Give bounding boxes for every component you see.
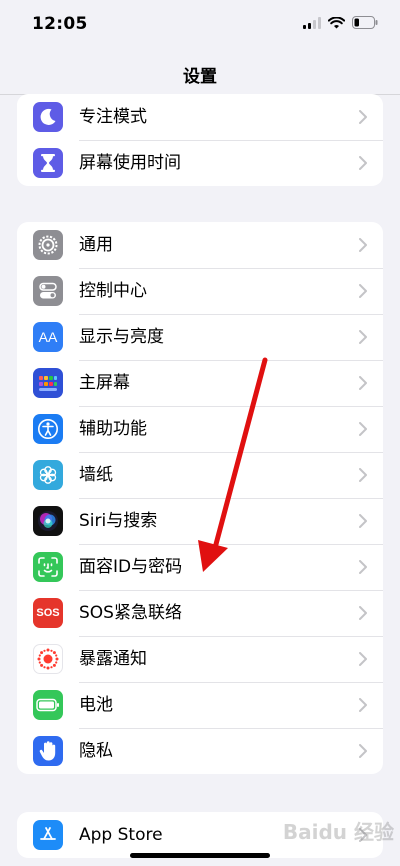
face-id-icon	[33, 552, 63, 582]
hand-icon	[33, 736, 63, 766]
status-bar: 12:05	[0, 0, 400, 50]
settings-row-label: 主屏幕	[79, 373, 130, 393]
gear-icon	[33, 230, 63, 260]
text-size-icon: AA	[33, 322, 63, 352]
settings-row-screen-time[interactable]: 屏幕使用时间	[17, 140, 383, 186]
settings-row-siri[interactable]: Siri与搜索	[17, 498, 383, 544]
settings-group-focus: 专注模式 屏幕使用时间	[17, 94, 383, 186]
settings-row-focus[interactable]: 专注模式	[17, 94, 383, 140]
settings-row-label: App Store	[79, 825, 163, 845]
settings-row-label: Siri与搜索	[79, 511, 158, 531]
settings-row-general[interactable]: 通用	[17, 222, 383, 268]
settings-row-label: 屏幕使用时间	[79, 153, 181, 173]
page-title: 设置	[183, 67, 217, 87]
app-store-icon	[33, 820, 63, 850]
settings-row-label: 面容ID与密码	[79, 557, 183, 577]
settings-row-label: 显示与亮度	[79, 327, 164, 347]
accessibility-icon	[33, 414, 63, 444]
exposure-icon	[33, 644, 63, 674]
chevron-right-icon	[359, 744, 367, 758]
home-grid-icon	[33, 368, 63, 398]
settings-row-label: 控制中心	[79, 281, 147, 301]
navigation-bar: 设置	[0, 50, 400, 95]
settings-row-accessibility[interactable]: 辅助功能	[17, 406, 383, 452]
chevron-right-icon	[359, 156, 367, 170]
chevron-right-icon	[359, 514, 367, 528]
settings-row-label: 墙纸	[79, 465, 113, 485]
wallpaper-flower-icon	[33, 460, 63, 490]
settings-row-battery[interactable]: 电池	[17, 682, 383, 728]
settings-row-display[interactable]: AA 显示与亮度	[17, 314, 383, 360]
battery-status-icon	[352, 16, 378, 29]
toggles-icon	[33, 276, 63, 306]
settings-row-privacy[interactable]: 隐私	[17, 728, 383, 774]
moon-icon	[33, 102, 63, 132]
settings-row-label: 电池	[79, 695, 113, 715]
settings-row-label: SOS紧急联络	[79, 603, 182, 623]
status-icons	[303, 16, 378, 29]
settings-row-label: 暴露通知	[79, 649, 147, 669]
status-time: 12:05	[32, 14, 88, 34]
chevron-right-icon	[359, 468, 367, 482]
chevron-right-icon	[359, 422, 367, 436]
chevron-right-icon	[359, 330, 367, 344]
settings-row-label: 专注模式	[79, 107, 147, 127]
settings-row-label: 隐私	[79, 741, 113, 761]
settings-row-label: 通用	[79, 235, 113, 255]
chevron-right-icon	[359, 698, 367, 712]
settings-row-control-center[interactable]: 控制中心	[17, 268, 383, 314]
siri-icon	[33, 506, 63, 536]
chevron-right-icon	[359, 284, 367, 298]
chevron-right-icon	[359, 376, 367, 390]
chevron-right-icon	[359, 560, 367, 574]
home-indicator	[130, 853, 270, 858]
watermark: Baidu 经验	[282, 820, 394, 844]
settings-row-label: 辅助功能	[79, 419, 147, 439]
battery-icon	[33, 690, 63, 720]
sos-icon: SOS	[33, 598, 63, 628]
chevron-right-icon	[359, 606, 367, 620]
chevron-right-icon	[359, 238, 367, 252]
chevron-right-icon	[359, 652, 367, 666]
wifi-icon	[328, 16, 345, 28]
settings-row-face-id[interactable]: 面容ID与密码	[17, 544, 383, 590]
settings-row-exposure[interactable]: 暴露通知	[17, 636, 383, 682]
settings-row-home-screen[interactable]: 主屏幕	[17, 360, 383, 406]
sos-glyph: SOS	[36, 607, 60, 619]
settings-row-wallpaper[interactable]: 墙纸	[17, 452, 383, 498]
settings-group-general: 通用 控制中心 AA 显示与亮度 主屏幕 辅助功能 墙纸 Siri与搜索 面容I…	[17, 222, 383, 774]
text-size-glyph: AA	[38, 329, 58, 345]
chevron-right-icon	[359, 110, 367, 124]
cellular-signal-icon	[303, 16, 321, 29]
hourglass-icon	[33, 148, 63, 178]
settings-row-emergency-sos[interactable]: SOS SOS紧急联络	[17, 590, 383, 636]
